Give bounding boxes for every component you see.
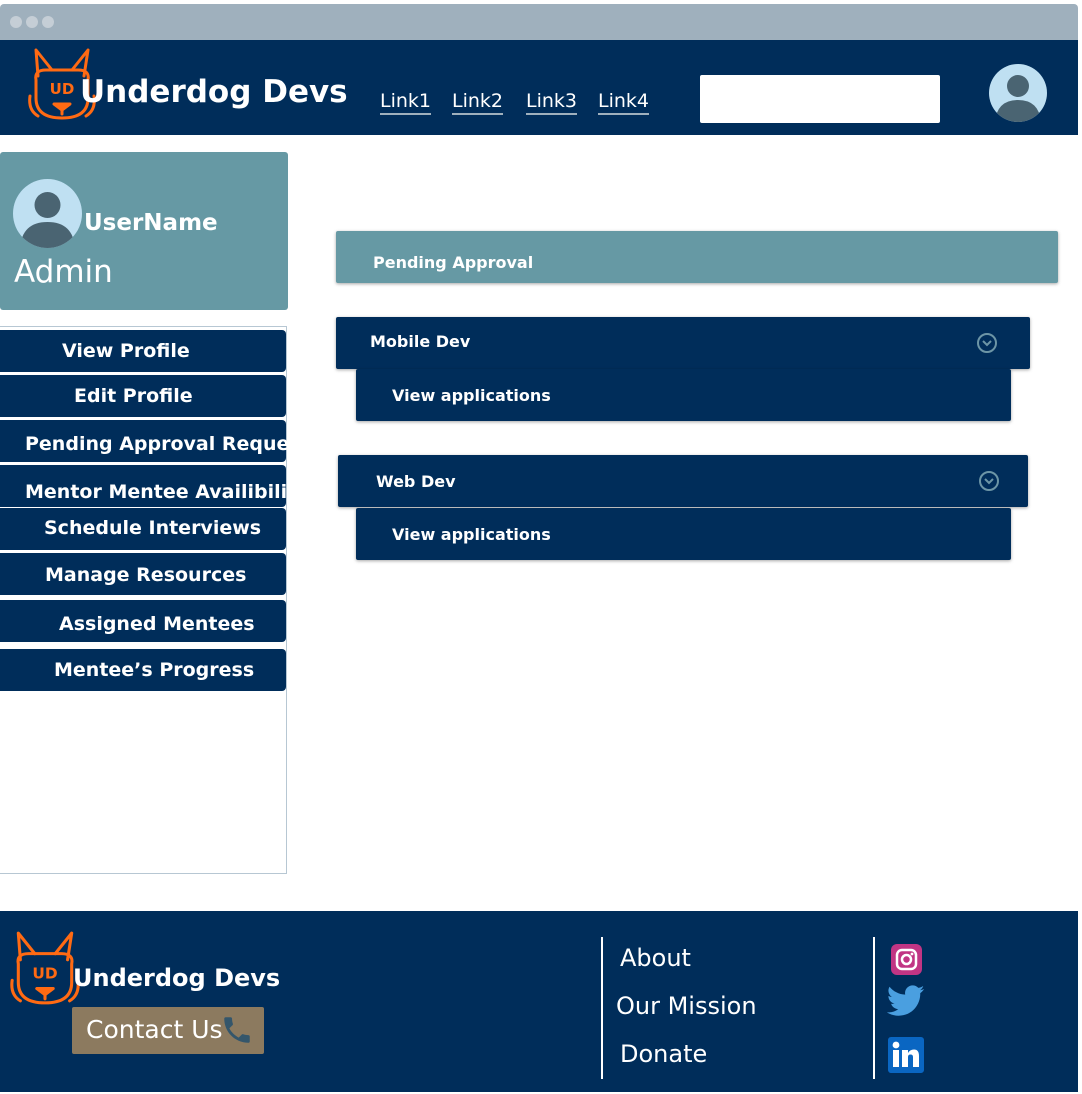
menu-assigned-mentees[interactable]: Assigned Mentees bbox=[0, 600, 286, 642]
phone-icon bbox=[220, 1013, 254, 1047]
linkedin-icon[interactable] bbox=[888, 1037, 924, 1073]
profile-role: Admin bbox=[14, 254, 113, 290]
logo-lettering: UD bbox=[32, 964, 57, 982]
footer-link-donate[interactable]: Donate bbox=[620, 1040, 707, 1068]
window-titlebar bbox=[0, 4, 1078, 40]
menu-label: Pending Approval Requests bbox=[25, 433, 322, 455]
nav-link-1[interactable]: Link1 bbox=[380, 90, 431, 115]
accordion-title: Mobile Dev bbox=[370, 332, 471, 351]
view-applications-label: View applications bbox=[392, 386, 551, 405]
footer-link-our-mission[interactable]: Our Mission bbox=[616, 992, 757, 1020]
section-title: Pending Approval bbox=[373, 253, 534, 272]
logo-lettering: UD bbox=[50, 80, 75, 98]
pending-approval-header: Pending Approval bbox=[336, 231, 1058, 283]
window-minimize-control[interactable] bbox=[26, 16, 38, 28]
site-footer: UD Underdog Devs Contact Us About Our Mi… bbox=[0, 911, 1078, 1092]
menu-view-profile[interactable]: View Profile bbox=[0, 330, 286, 372]
contact-us-label: Contact Us bbox=[86, 1015, 223, 1044]
menu-edit-profile[interactable]: Edit Profile bbox=[0, 375, 286, 417]
nav-link-2[interactable]: Link2 bbox=[452, 90, 503, 115]
footer-brand-name: Underdog Devs bbox=[73, 964, 281, 992]
contact-us-button[interactable]: Contact Us bbox=[72, 1007, 264, 1054]
instagram-icon[interactable] bbox=[891, 944, 922, 975]
search-input[interactable] bbox=[700, 75, 940, 123]
menu-mentor-mentee-availability[interactable]: Mentor Mentee Availibility bbox=[0, 465, 309, 507]
chevron-down-icon[interactable] bbox=[979, 471, 999, 491]
footer-divider bbox=[601, 937, 603, 1079]
menu-schedule-interviews[interactable]: Schedule Interviews bbox=[0, 508, 286, 550]
footer-divider bbox=[873, 937, 875, 1079]
user-avatar[interactable] bbox=[989, 64, 1047, 122]
profile-card: UserName Admin bbox=[0, 152, 288, 310]
nav-link-3[interactable]: Link3 bbox=[526, 90, 577, 115]
window-maximize-control[interactable] bbox=[42, 16, 54, 28]
menu-label: Mentee’s Progress bbox=[54, 659, 255, 681]
menu-label: Edit Profile bbox=[74, 385, 193, 407]
chevron-down-icon[interactable] bbox=[977, 333, 997, 353]
menu-pending-approval-requests[interactable]: Pending Approval Requests bbox=[0, 420, 321, 462]
person-icon bbox=[995, 75, 1041, 122]
nav-link-4[interactable]: Link4 bbox=[598, 90, 649, 115]
menu-label: Schedule Interviews bbox=[44, 517, 262, 539]
brand-name[interactable]: Underdog Devs bbox=[80, 73, 348, 111]
person-icon bbox=[20, 192, 75, 248]
view-applications-mobile-button[interactable]: View applications bbox=[356, 369, 1011, 421]
twitter-icon[interactable] bbox=[886, 985, 925, 1017]
menu-manage-resources[interactable]: Manage Resources bbox=[0, 553, 286, 595]
window-close-control[interactable] bbox=[10, 16, 22, 28]
view-applications-web-button[interactable]: View applications bbox=[356, 508, 1011, 560]
profile-avatar bbox=[13, 179, 82, 248]
view-applications-label: View applications bbox=[392, 525, 551, 544]
site-header: UD Underdog Devs Link1 Link2 Link3 Link4 bbox=[0, 40, 1078, 135]
accordion-web-dev[interactable]: Web Dev bbox=[338, 455, 1028, 507]
menu-mentees-progress[interactable]: Mentee’s Progress bbox=[0, 649, 286, 691]
menu-label: Assigned Mentees bbox=[59, 613, 255, 635]
accordion-mobile-dev[interactable]: Mobile Dev bbox=[336, 317, 1030, 369]
footer-link-about[interactable]: About bbox=[620, 944, 691, 972]
menu-label: Manage Resources bbox=[45, 564, 247, 586]
menu-label: Mentor Mentee Availibility bbox=[25, 481, 309, 503]
profile-username: UserName bbox=[84, 210, 218, 236]
menu-label: View Profile bbox=[62, 340, 190, 362]
dog-logo-icon[interactable]: UD bbox=[10, 929, 80, 1007]
accordion-title: Web Dev bbox=[376, 472, 456, 491]
